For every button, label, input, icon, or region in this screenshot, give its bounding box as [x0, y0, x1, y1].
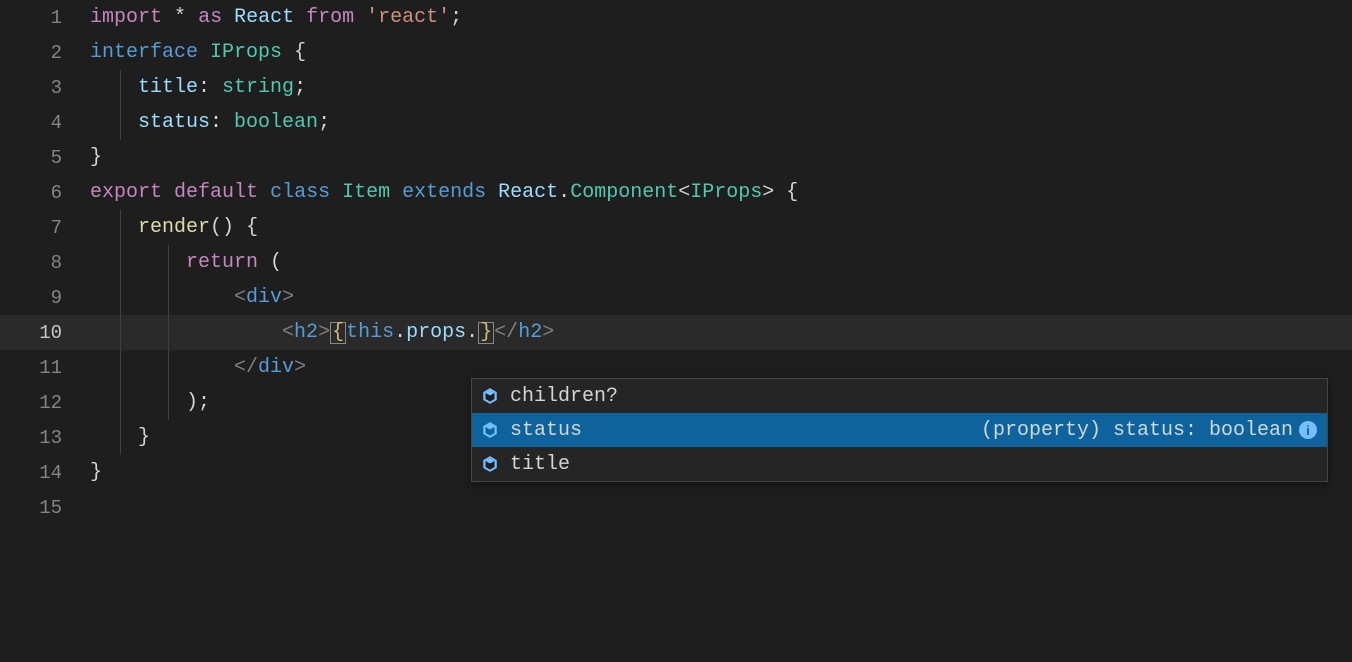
code-content: </div>	[90, 356, 306, 379]
line-number: 12	[0, 392, 90, 414]
line-number: 7	[0, 217, 90, 239]
line-number: 6	[0, 182, 90, 204]
code-line[interactable]: 6 export default class Item extends Reac…	[0, 175, 1352, 210]
suggestion-item-selected[interactable]: status (property) status: boolean i	[472, 413, 1327, 447]
code-editor[interactable]: 1 import * as React from 'react'; 2 inte…	[0, 0, 1352, 662]
code-content: render() {	[90, 216, 258, 239]
suggestion-label: children?	[510, 385, 618, 408]
code-content: interface IProps {	[90, 41, 306, 64]
line-number: 5	[0, 147, 90, 169]
code-content: export default class Item extends React.…	[90, 181, 798, 204]
code-content: status: boolean;	[90, 111, 330, 134]
line-number: 2	[0, 42, 90, 64]
suggestion-label: title	[510, 453, 570, 476]
line-number: 13	[0, 427, 90, 449]
line-number: 11	[0, 357, 90, 379]
code-line[interactable]: 1 import * as React from 'react';	[0, 0, 1352, 35]
code-line[interactable]: 2 interface IProps {	[0, 35, 1352, 70]
code-line[interactable]: 8 return (	[0, 245, 1352, 280]
line-number: 14	[0, 462, 90, 484]
code-content: <h2>{this.props.}</h2>	[90, 321, 554, 344]
property-icon	[478, 452, 502, 476]
line-number: 8	[0, 252, 90, 274]
property-icon	[478, 418, 502, 442]
code-content: );	[90, 391, 210, 414]
code-line[interactable]: 3 title: string;	[0, 70, 1352, 105]
info-icon[interactable]: i	[1299, 421, 1317, 439]
suggestion-detail: (property) status: boolean i	[981, 419, 1321, 442]
code-content: title: string;	[90, 76, 306, 99]
line-number: 15	[0, 497, 90, 519]
suggestion-item[interactable]: title	[472, 447, 1327, 481]
line-number: 1	[0, 7, 90, 29]
code-content: return (	[90, 251, 282, 274]
suggestion-item[interactable]: children?	[472, 379, 1327, 413]
line-number: 4	[0, 112, 90, 134]
line-number: 9	[0, 287, 90, 309]
line-number: 3	[0, 77, 90, 99]
line-number: 10	[0, 322, 90, 344]
code-content: }	[90, 461, 102, 484]
intellisense-suggestion-widget[interactable]: children? status (property) status: bool…	[471, 378, 1328, 482]
code-line-current[interactable]: 10 <h2>{this.props.}</h2>	[0, 315, 1352, 350]
code-line[interactable]: 15	[0, 490, 1352, 525]
code-line[interactable]: 4 status: boolean;	[0, 105, 1352, 140]
property-icon	[478, 384, 502, 408]
code-line[interactable]: 9 <div>	[0, 280, 1352, 315]
code-content: import * as React from 'react';	[90, 6, 462, 29]
code-line[interactable]: 5 }	[0, 140, 1352, 175]
code-line[interactable]: 7 render() {	[0, 210, 1352, 245]
suggestion-label: status	[510, 419, 582, 442]
code-content: }	[90, 146, 102, 169]
